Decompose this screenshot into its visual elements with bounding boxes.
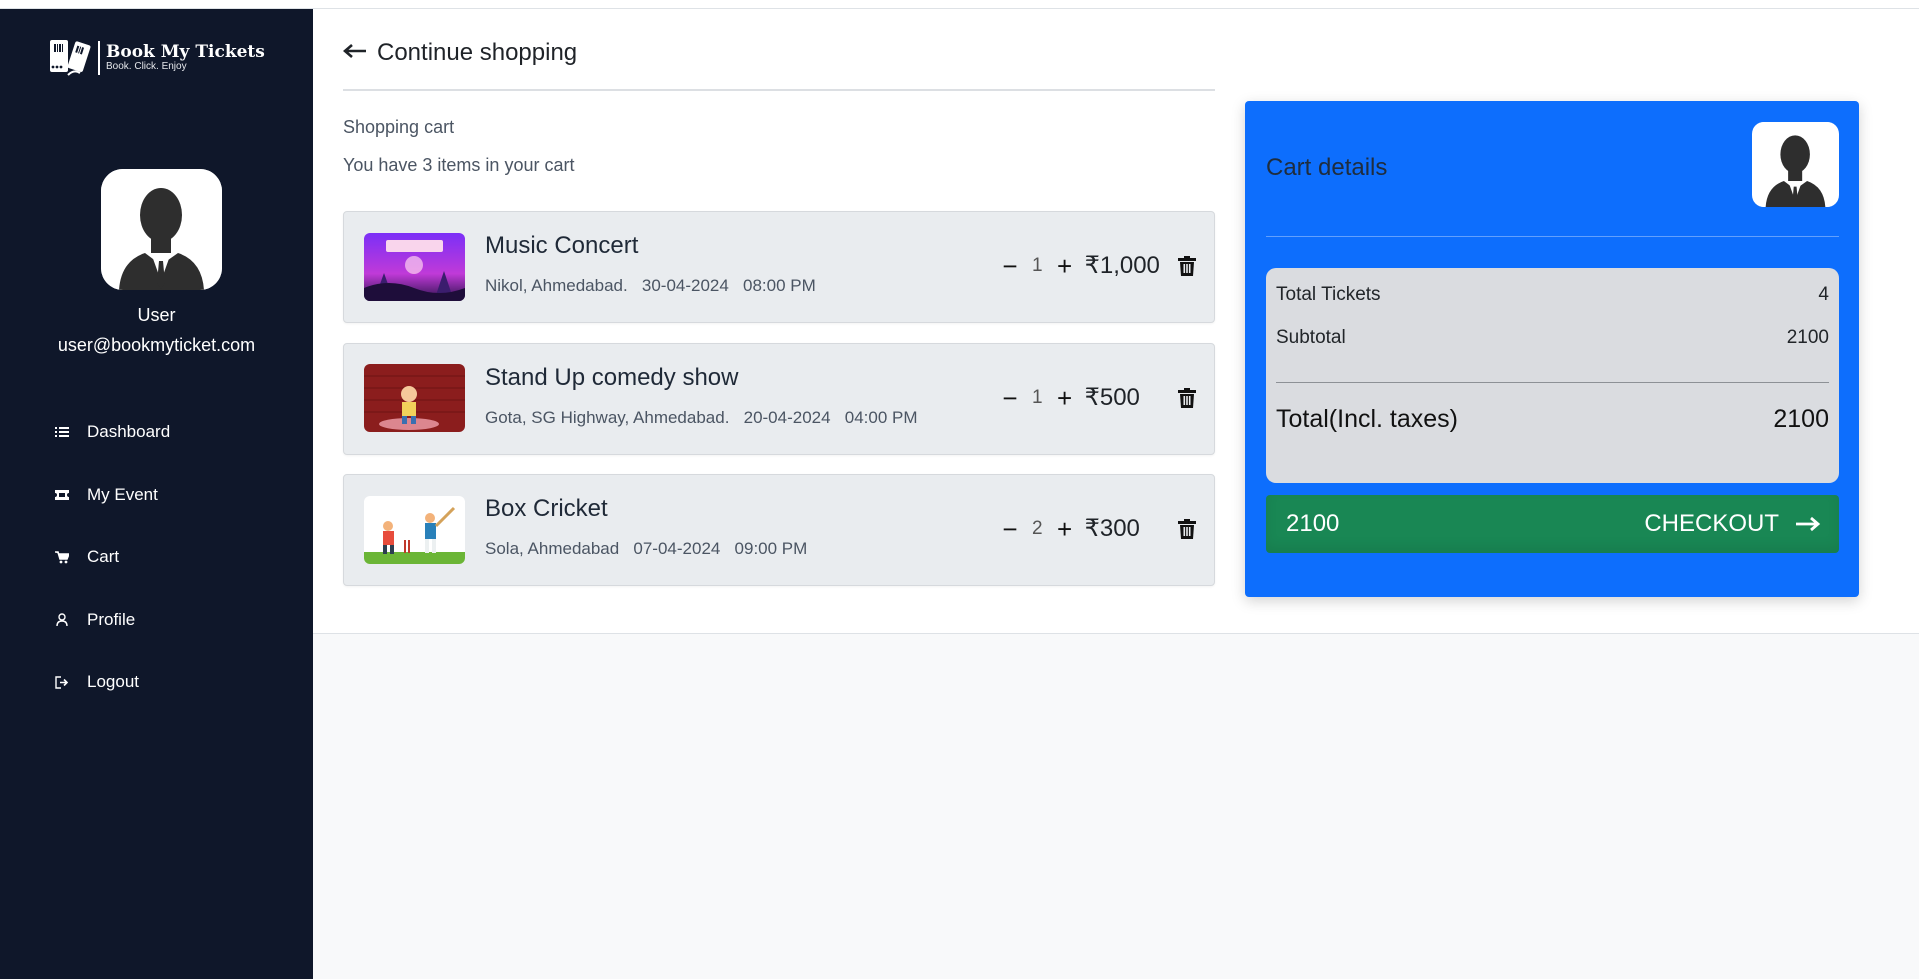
- divider: [1266, 236, 1839, 237]
- quantity-value: 2: [1032, 517, 1043, 539]
- item-date: 07-04-2024: [633, 539, 721, 558]
- item-name: Box Cricket: [485, 495, 608, 522]
- sidebar-item-label: Profile: [87, 609, 136, 629]
- trash-icon[interactable]: [1178, 388, 1196, 413]
- decrement-button[interactable]: −: [1000, 516, 1020, 542]
- decrement-button[interactable]: −: [1000, 385, 1020, 411]
- arrow-right-icon: [1795, 516, 1821, 532]
- cart-item: Box Cricket Sola, Ahmedabad 07-04-2024 0…: [343, 474, 1215, 586]
- item-time: 04:00 PM: [844, 408, 918, 427]
- increment-button[interactable]: +: [1055, 385, 1075, 411]
- sidebar-item-label: Dashboard: [87, 422, 171, 442]
- total-tickets-value: 4: [1818, 284, 1829, 305]
- item-meta: Nikol, Ahmedabad. 30-04-2024 08:00 PM: [485, 276, 816, 296]
- increment-button[interactable]: +: [1055, 253, 1075, 279]
- quantity-value: 1: [1032, 254, 1043, 276]
- decrement-button[interactable]: −: [1000, 253, 1020, 279]
- quantity-stepper: − 1 + ₹500: [1000, 383, 1140, 412]
- item-location: Gota, SG Highway, Ahmedabad.: [485, 408, 730, 427]
- user-email: user@bookmyticket.com: [57, 335, 256, 355]
- item-location: Nikol, Ahmedabad.: [485, 276, 628, 295]
- divider: [343, 89, 1215, 91]
- subtotal-label: Subtotal: [1276, 327, 1346, 348]
- total-row: Total(Incl. taxes) 2100: [1276, 405, 1829, 434]
- increment-button[interactable]: +: [1055, 516, 1075, 542]
- item-meta: Sola, Ahmedabad 07-04-2024 09:00 PM: [485, 539, 807, 559]
- avatar[interactable]: [101, 169, 222, 290]
- total-value: 2100: [1773, 405, 1829, 433]
- ticket-icon: [54, 487, 70, 503]
- quantity-stepper: − 2 + ₹300: [1000, 514, 1140, 543]
- item-time: 08:00 PM: [743, 276, 816, 295]
- sidebar-item-my-event[interactable]: My Event: [54, 464, 170, 527]
- logout-icon: [54, 674, 70, 690]
- item-location: Sola, Ahmedabad: [485, 539, 620, 558]
- concert-thumbnail[interactable]: [364, 233, 465, 301]
- sidebar: Book My Tickets Book. Click. Enjoy User …: [0, 9, 313, 979]
- continue-shopping-label: Continue shopping: [377, 39, 578, 66]
- order-summary: Total Tickets 4 Subtotal 2100 Total(Incl…: [1266, 268, 1839, 483]
- item-date: 20-04-2024: [743, 408, 831, 427]
- user-icon: [54, 612, 70, 628]
- brand-logo[interactable]: Book My Tickets Book. Click. Enjoy: [48, 37, 265, 79]
- cart-item: Stand Up comedy show Gota, SG Highway, A…: [343, 343, 1215, 455]
- cricket-thumbnail[interactable]: [364, 496, 465, 564]
- main-content: Continue shopping Shopping cart You have…: [313, 9, 1919, 979]
- top-border: [0, 0, 1919, 9]
- avatar: [1752, 122, 1839, 207]
- trash-icon[interactable]: [1178, 256, 1196, 281]
- cart-title: Shopping cart: [343, 117, 455, 137]
- trash-icon[interactable]: [1178, 519, 1196, 544]
- checkout-button[interactable]: 2100 CHECKOUT: [1266, 495, 1839, 553]
- sidebar-item-profile[interactable]: Profile: [54, 589, 170, 652]
- user-name: User: [137, 305, 176, 325]
- sidebar-item-dashboard[interactable]: Dashboard: [54, 401, 170, 464]
- item-name: Stand Up comedy show: [485, 364, 739, 391]
- sidebar-item-label: My Event: [87, 484, 158, 504]
- list-icon: [54, 424, 70, 440]
- checkout-label: CHECKOUT: [1644, 510, 1779, 537]
- ticket-logo-icon: [48, 37, 94, 79]
- checkout-amount: 2100: [1286, 510, 1340, 537]
- total-tickets-label: Total Tickets: [1276, 284, 1381, 305]
- sidebar-item-logout[interactable]: Logout: [54, 651, 170, 714]
- sidebar-nav: Dashboard My Event Cart Profile Logout: [54, 401, 170, 714]
- item-price: ₹500: [1084, 384, 1140, 411]
- cart-subtitle: You have 3 items in your cart: [343, 155, 575, 175]
- quantity-stepper: − 1 + ₹1,000: [1000, 251, 1160, 280]
- item-date: 30-04-2024: [641, 276, 729, 295]
- item-name: Music Concert: [485, 232, 639, 259]
- quantity-value: 1: [1032, 386, 1043, 408]
- item-price: ₹1,000: [1084, 252, 1160, 279]
- cart-details-title: Cart details: [1266, 154, 1388, 181]
- cart-details-card: Cart details Total Tickets 4 Subtotal 21…: [1245, 101, 1859, 597]
- item-meta: Gota, SG Highway, Ahmedabad. 20-04-2024 …: [485, 408, 918, 428]
- sidebar-item-label: Logout: [87, 672, 139, 692]
- sidebar-item-label: Cart: [87, 547, 120, 567]
- main-panel: Continue shopping Shopping cart You have…: [313, 9, 1919, 634]
- item-price: ₹300: [1084, 515, 1140, 542]
- total-label: Total(Incl. taxes): [1276, 405, 1459, 433]
- divider: [1276, 382, 1829, 383]
- cart-icon: [54, 549, 70, 565]
- total-tickets-row: Total Tickets 4: [1276, 284, 1829, 306]
- item-time: 09:00 PM: [734, 539, 808, 558]
- brand-name: Book My Tickets: [106, 42, 265, 62]
- brand-tagline: Book. Click. Enjoy: [106, 61, 187, 72]
- arrow-left-icon: [343, 43, 367, 64]
- logo-divider: [98, 41, 100, 75]
- comedy-thumbnail[interactable]: [364, 364, 465, 432]
- subtotal-row: Subtotal 2100: [1276, 327, 1829, 349]
- cart-item: Music Concert Nikol, Ahmedabad. 30-04-20…: [343, 211, 1215, 323]
- subtotal-value: 2100: [1786, 327, 1829, 348]
- continue-shopping-link[interactable]: Continue shopping: [343, 39, 577, 67]
- sidebar-item-cart[interactable]: Cart: [54, 526, 170, 589]
